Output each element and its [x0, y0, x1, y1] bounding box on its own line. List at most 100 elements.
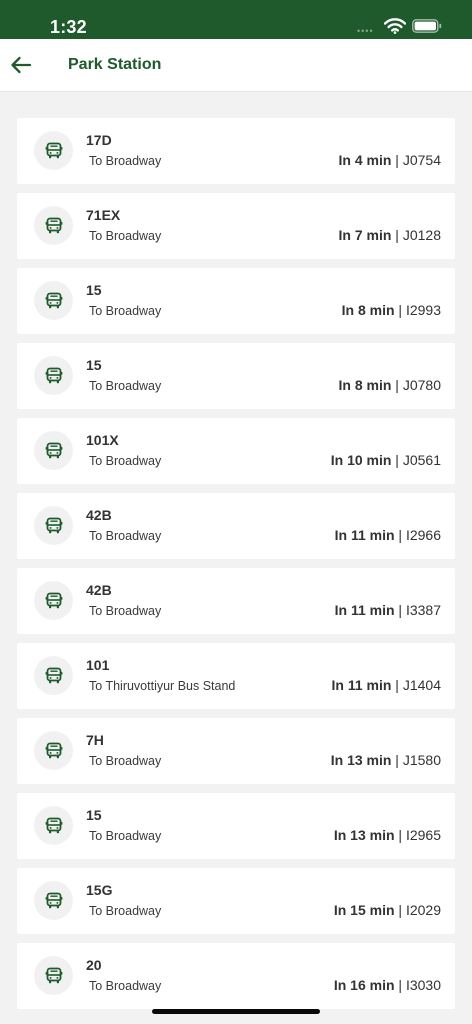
wifi-icon — [384, 18, 406, 34]
destination: To Broadway — [89, 154, 162, 168]
vehicle-number: J0754 — [402, 152, 441, 168]
vehicle-number: I2993 — [405, 302, 441, 318]
battery-icon — [412, 19, 442, 33]
destination: To Broadway — [89, 529, 162, 543]
arrival-card[interactable]: 15 To Broadway In 13 min | I2965 — [17, 793, 455, 859]
route-number: 71EX — [86, 207, 121, 223]
arrival-info: In 8 min | I2993 — [341, 302, 441, 318]
route-number: 42B — [86, 582, 112, 598]
destination: To Broadway — [89, 754, 162, 768]
arrival-card[interactable]: 15 To Broadway In 8 min | I2993 — [17, 268, 455, 334]
arrival-info: In 8 min | J0780 — [338, 377, 441, 393]
destination: To Thiruvottiyur Bus Stand — [89, 679, 236, 693]
bus-icon-badge — [34, 956, 73, 995]
arrival-card[interactable]: 42B To Broadway In 11 min | I2966 — [17, 493, 455, 559]
bus-icon-badge — [34, 206, 73, 245]
status-time: 1:32 — [50, 17, 87, 37]
destination: To Broadway — [89, 904, 162, 918]
eta-time: In 11 min — [331, 677, 392, 693]
route-number: 7H — [86, 732, 104, 748]
arrival-info: In 11 min | J1404 — [331, 677, 442, 693]
bus-icon — [45, 142, 62, 158]
destination: To Broadway — [89, 454, 162, 468]
vehicle-number: I2029 — [405, 902, 441, 918]
arrival-info: In 15 min | I2029 — [333, 902, 441, 918]
destination: To Broadway — [89, 229, 162, 243]
route-number: 15 — [86, 807, 102, 823]
home-indicator — [152, 1009, 320, 1014]
bus-icon — [45, 217, 62, 233]
arrival-card[interactable]: 17D To Broadway In 4 min | J0754 — [17, 118, 455, 184]
vehicle-number: J0128 — [402, 227, 441, 243]
eta-time: In 13 min — [333, 827, 395, 843]
eta-time: In 7 min — [338, 227, 392, 243]
route-number: 15 — [86, 282, 102, 298]
destination: To Broadway — [89, 379, 162, 393]
bus-icon-badge — [34, 656, 73, 695]
bus-icon-badge — [34, 581, 73, 620]
arrival-info: In 10 min | J0561 — [330, 452, 441, 468]
vehicle-number: I2965 — [405, 827, 441, 843]
eta-time: In 8 min — [338, 377, 392, 393]
destination: To Broadway — [89, 304, 162, 318]
arrival-info: In 7 min | J0128 — [338, 227, 441, 243]
bus-icon-badge — [34, 281, 73, 320]
arrival-card[interactable]: 20 To Broadway In 16 min | I3030 — [17, 943, 455, 1009]
back-button[interactable] — [8, 51, 34, 79]
route-number: 101X — [86, 432, 119, 448]
bus-icon-badge — [34, 881, 73, 920]
arrival-card[interactable]: 101X To Broadway In 10 min | J0561 — [17, 418, 455, 484]
eta-time: In 16 min — [333, 977, 395, 993]
eta-time: In 11 min — [334, 527, 395, 543]
eta-time: In 11 min — [334, 602, 395, 618]
back-arrow-icon — [11, 56, 32, 74]
vehicle-number: J1404 — [402, 677, 441, 693]
route-number: 17D — [86, 132, 112, 148]
bus-icon-badge — [34, 506, 73, 545]
eta-time: In 15 min — [333, 902, 395, 918]
arrival-info: In 13 min | J1580 — [330, 752, 441, 768]
bus-icon — [45, 817, 62, 833]
arrival-info: In 4 min | J0754 — [338, 152, 441, 168]
bus-icon — [45, 667, 62, 683]
bus-icon — [45, 517, 62, 533]
bus-icon — [45, 292, 62, 308]
arrival-card[interactable]: 15 To Broadway In 8 min | J0780 — [17, 343, 455, 409]
app-header: Park Station — [0, 39, 472, 92]
route-number: 15G — [86, 882, 113, 898]
arrival-info: In 16 min | I3030 — [333, 977, 441, 993]
arrival-info: In 11 min | I2966 — [334, 527, 441, 543]
destination: To Broadway — [89, 979, 162, 993]
bus-icon — [45, 967, 62, 983]
vehicle-number: J1580 — [402, 752, 441, 768]
arrival-card[interactable]: 42B To Broadway In 11 min | I3387 — [17, 568, 455, 634]
vehicle-number: J0780 — [402, 377, 441, 393]
route-number: 15 — [86, 357, 102, 373]
bus-icon-badge — [34, 431, 73, 470]
page-title: Park Station — [68, 56, 162, 73]
vehicle-number: I3030 — [405, 977, 441, 993]
eta-time: In 10 min — [330, 452, 392, 468]
eta-time: In 4 min — [338, 152, 392, 168]
arrival-card[interactable]: 101 To Thiruvottiyur Bus Stand In 11 min… — [17, 643, 455, 709]
bus-icon — [45, 892, 62, 908]
status-bar: 1:32 •••• — [0, 0, 472, 39]
arrival-card[interactable]: 71EX To Broadway In 7 min | J0128 — [17, 193, 455, 259]
arrival-info: In 11 min | I3387 — [334, 602, 441, 618]
bus-icon — [45, 442, 62, 458]
destination: To Broadway — [89, 604, 162, 618]
arrival-card[interactable]: 7H To Broadway In 13 min | J1580 — [17, 718, 455, 784]
bus-icon — [45, 592, 62, 608]
vehicle-number: I3387 — [405, 602, 441, 618]
route-number: 101 — [86, 657, 110, 673]
eta-time: In 13 min — [330, 752, 392, 768]
arrival-card[interactable]: 15G To Broadway In 15 min | I2029 — [17, 868, 455, 934]
arrivals-list: 17D To Broadway In 4 min | J0754 71EX To… — [17, 118, 455, 1018]
bus-icon-badge — [34, 356, 73, 395]
destination: To Broadway — [89, 829, 162, 843]
bus-icon — [45, 742, 62, 758]
arrival-info: In 13 min | I2965 — [333, 827, 441, 843]
route-number: 42B — [86, 507, 112, 523]
bus-icon-badge — [34, 731, 73, 770]
route-number: 20 — [86, 957, 102, 973]
